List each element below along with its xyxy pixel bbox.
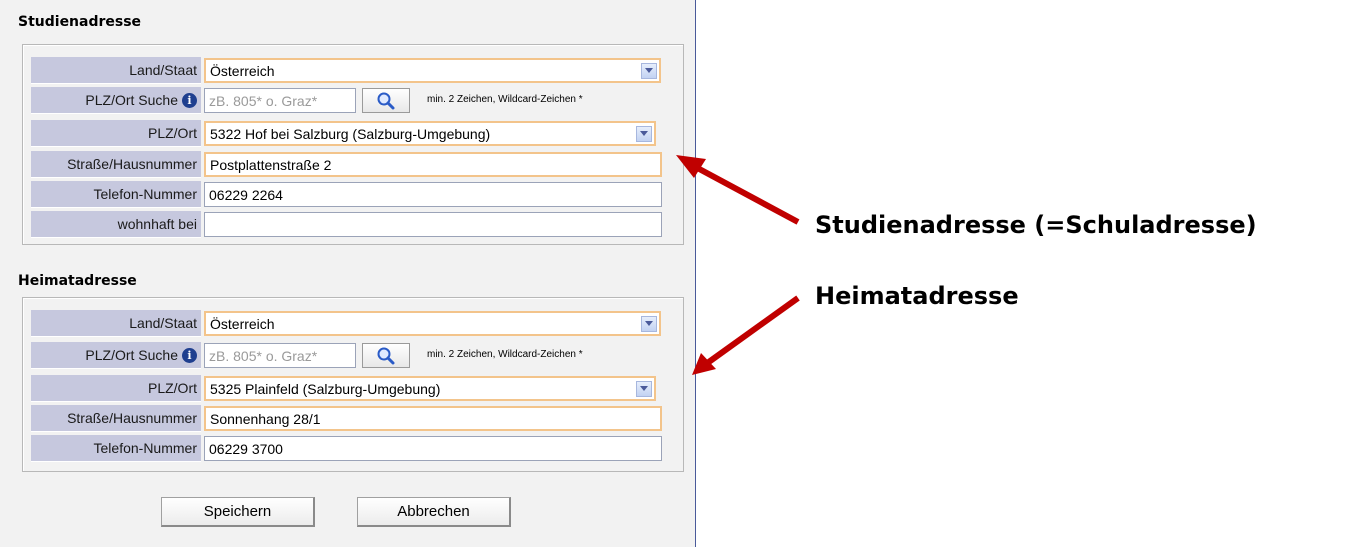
study-address-annotation: Studienadresse (=Schuladresse): [815, 211, 1257, 239]
home-address-annotation: Heimatadresse: [815, 282, 1019, 310]
arrow-study: [676, 155, 800, 225]
annotation-arrows: [676, 155, 800, 375]
arrow-home: [692, 295, 800, 375]
